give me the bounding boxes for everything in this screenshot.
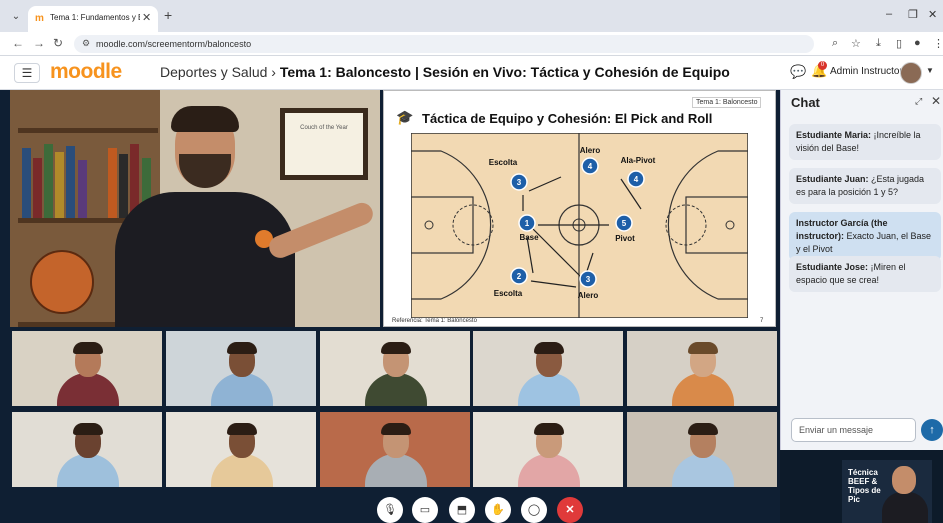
- microphone-button[interactable]: 🎙: [377, 497, 403, 523]
- player-label: Escolta: [489, 158, 518, 167]
- player-number: 4: [634, 175, 639, 184]
- presenter-person: [105, 106, 295, 327]
- browser-tab[interactable]: m Tema 1: Fundamentos y Estrate ✕: [28, 6, 158, 32]
- user-name[interactable]: Admin Instructor: [830, 66, 903, 77]
- chat-toggle-button[interactable]: ◯: [521, 497, 547, 523]
- restore-icon[interactable]: ❐: [908, 8, 918, 21]
- basketball: [30, 250, 94, 314]
- breadcrumb-parent[interactable]: Deportes y Salud: [160, 64, 267, 80]
- moodle-favicon-icon: m: [35, 13, 44, 24]
- chat-message: Estudiante Maria: ¡Increíble la visión d…: [789, 124, 941, 160]
- url-text: moodle.com/screementorm/baloncesto: [96, 39, 252, 49]
- slide-title: Táctica de Equipo y Cohesión: El Pick an…: [422, 111, 713, 126]
- player-label: Escolta: [494, 289, 523, 298]
- tab-strip: ⌄ m Tema 1: Fundamentos y Estrate ✕ + – …: [0, 0, 943, 32]
- expand-icon[interactable]: ⤢: [915, 96, 922, 107]
- pip-text: Técnica BEEF & Tipos de Pic: [848, 468, 881, 504]
- message-sender: Estudiante Maria:: [796, 130, 872, 140]
- message-sender: Estudiante Juan:: [796, 174, 869, 184]
- basketball-court-diagram: 1 2 3 3 4 4 5 Base Escolta Escolta Alero…: [411, 133, 748, 318]
- player-number: 3: [586, 275, 591, 284]
- certificate-title: Couch of the Year: [285, 113, 363, 175]
- chat-message: Instructor García (the instructor): Exac…: [789, 212, 941, 261]
- graduation-cap-icon: 🎓: [396, 109, 414, 125]
- sidebar-icon[interactable]: ▯: [896, 37, 902, 50]
- chat-message: Estudiante Jose: ¡Miren el espacio que s…: [789, 256, 941, 292]
- chat-title: Chat: [791, 95, 820, 110]
- message-sender: Estudiante Jose:: [796, 262, 869, 272]
- player-label: Ala-Pivot: [621, 156, 656, 165]
- close-chat-icon[interactable]: ✕: [931, 94, 941, 108]
- user-menu-caret-icon[interactable]: ▼: [926, 66, 934, 75]
- reload-icon[interactable]: ↻: [53, 36, 63, 50]
- raise-hand-button[interactable]: ✋: [485, 497, 511, 523]
- close-window-icon[interactable]: ✕: [928, 8, 937, 21]
- moodle-header: ☰ moodle Deportes y Salud › Tema 1: Balo…: [0, 56, 943, 90]
- minimize-icon[interactable]: –: [886, 8, 892, 20]
- address-bar: ← → ↻ ⚙ moodle.com/screementorm/balonces…: [0, 32, 943, 56]
- bookmark-star-icon[interactable]: ☆: [851, 37, 861, 50]
- profile-icon[interactable]: ●: [914, 37, 921, 49]
- share-screen-button[interactable]: ⬒: [449, 497, 475, 523]
- presenter-video[interactable]: Couch of the Year: [10, 90, 380, 327]
- camera-button[interactable]: ▭: [412, 497, 438, 523]
- user-avatar[interactable]: [900, 62, 922, 84]
- participant-video-tile[interactable]: [166, 412, 316, 487]
- slide-reference: Referencia: Tema 1: Baloncesto: [392, 318, 477, 324]
- player-label: Alero: [580, 146, 601, 155]
- breadcrumb-separator: ›: [271, 64, 276, 80]
- forward-icon[interactable]: →: [33, 36, 45, 50]
- pip-video[interactable]: Técnica BEEF & Tipos de Pic: [842, 460, 932, 523]
- page-title: Tema 1: Baloncesto | Sesión en Vivo: Tác…: [279, 64, 730, 80]
- participant-video-tile[interactable]: [12, 412, 162, 487]
- participant-video-tile[interactable]: [627, 412, 777, 487]
- chat-panel: Chat ⤢ ✕ Estudiante Maria: ¡Increíble la…: [780, 90, 943, 450]
- player-number: 2: [517, 272, 522, 281]
- player-number: 4: [588, 162, 593, 171]
- zoom-icon[interactable]: ⌕: [832, 37, 838, 50]
- player-label: Pivot: [615, 234, 635, 243]
- end-call-button[interactable]: ✕: [557, 497, 583, 523]
- messages-icon[interactable]: 💬: [790, 64, 806, 80]
- browser-menu-icon[interactable]: ⋮: [933, 37, 943, 50]
- close-tab-icon[interactable]: ✕: [142, 11, 151, 24]
- back-icon[interactable]: ←: [12, 36, 24, 50]
- video-conference-stage: Couch of the Year 🎓 Táctica de Equipo y …: [0, 90, 780, 523]
- player-label: Base: [519, 233, 539, 242]
- player-number: 1: [525, 219, 530, 228]
- new-tab-icon[interactable]: +: [164, 7, 172, 23]
- participant-video-tile[interactable]: [627, 331, 777, 406]
- slide-tag: Tema 1: Baloncesto: [692, 97, 762, 108]
- player-number: 5: [622, 219, 627, 228]
- participant-video-tile[interactable]: [320, 412, 470, 487]
- participant-video-tile[interactable]: [12, 331, 162, 406]
- slide-page-number: 7: [760, 318, 764, 324]
- download-icon[interactable]: ⤓: [876, 37, 881, 50]
- shared-slide[interactable]: 🎓 Táctica de Equipo y Cohesión: El Pick …: [383, 90, 776, 327]
- send-icon[interactable]: ↑: [921, 419, 943, 441]
- menu-toggle-button[interactable]: ☰: [14, 63, 40, 83]
- tab-title: Tema 1: Fundamentos y Estrate: [50, 13, 140, 22]
- participant-video-tile[interactable]: [166, 331, 316, 406]
- player-number: 3: [517, 178, 522, 187]
- tab-list-icon[interactable]: ⌄: [8, 9, 24, 25]
- player-label: Alero: [578, 291, 599, 300]
- participant-video-tile[interactable]: [473, 331, 623, 406]
- chat-message: Estudiante Juan: ¿Esta jugada es para la…: [789, 168, 941, 204]
- moodle-logo[interactable]: moodle: [50, 60, 122, 84]
- url-field[interactable]: ⚙ moodle.com/screementorm/baloncesto: [74, 35, 814, 53]
- site-info-icon[interactable]: ⚙: [82, 38, 90, 49]
- notification-badge: 0: [818, 61, 827, 70]
- breadcrumb: Deportes y Salud › Tema 1: Baloncesto | …: [160, 64, 730, 80]
- chat-input[interactable]: Enviar un messaje: [791, 418, 916, 442]
- participant-video-tile[interactable]: [320, 331, 470, 406]
- participant-video-tile[interactable]: [473, 412, 623, 487]
- browser-window: ⌄ m Tema 1: Fundamentos y Estrate ✕ + – …: [0, 0, 943, 523]
